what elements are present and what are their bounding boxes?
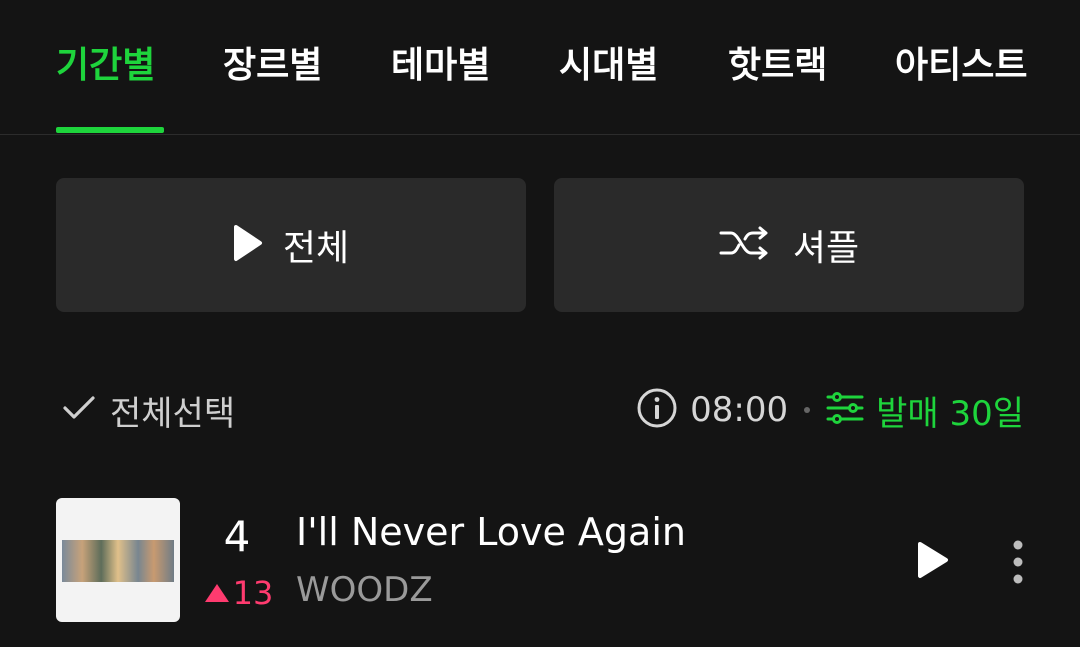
tab-artist[interactable]: 아티스트 [895, 38, 1027, 94]
separator-dot [804, 407, 811, 413]
selection-row: 전체선택 08:00 발매 30일 [0, 380, 1080, 440]
select-all-label: 전체선택 [110, 393, 236, 434]
rank-up-icon [204, 584, 229, 602]
tab-hot-track[interactable]: 핫트랙 [728, 38, 827, 94]
track-artist[interactable]: WOODZ [296, 570, 433, 610]
shuffle-icon [719, 223, 773, 267]
play-icon [918, 542, 948, 578]
tab-bar: 기간별 장르별 테마별 시대별 핫트랙 아티스트 [0, 0, 1080, 135]
filter-icon [826, 390, 864, 430]
tab-period[interactable]: 기간별 [56, 38, 155, 94]
track-more-button[interactable] [1006, 538, 1030, 586]
chart-info: 08:00 발매 30일 [636, 386, 1024, 435]
play-icon [233, 224, 263, 266]
check-icon [62, 394, 96, 426]
chart-time: 08:00 [690, 390, 789, 430]
release-filter-label: 발매 30일 [876, 393, 1024, 434]
track-row[interactable]: 4 13 I'll Never Love Again WOODZ [0, 498, 1080, 622]
album-art[interactable] [56, 498, 180, 622]
play-all-label: 전체 [282, 228, 350, 269]
tab-genre[interactable]: 장르별 [223, 38, 322, 94]
tab-theme[interactable]: 테마별 [391, 38, 490, 94]
active-tab-indicator [56, 127, 164, 133]
track-title: I'll Never Love Again [296, 510, 686, 554]
play-all-button[interactable]: 전체 [56, 178, 526, 312]
info-icon[interactable] [636, 387, 678, 433]
shuffle-label: 셔플 [792, 228, 860, 269]
shuffle-button[interactable]: 셔플 [554, 178, 1024, 312]
select-all-button[interactable]: 전체선택 [62, 388, 236, 434]
track-rank: 4 [223, 512, 251, 561]
rank-change-value: 13 [232, 574, 274, 612]
release-filter-button[interactable]: 발매 30일 [826, 386, 1024, 435]
tab-era[interactable]: 시대별 [559, 38, 658, 94]
more-vertical-icon [1013, 540, 1023, 584]
rank-change: 13 [204, 574, 274, 612]
album-art-image [62, 540, 174, 582]
track-play-button[interactable] [912, 540, 952, 580]
